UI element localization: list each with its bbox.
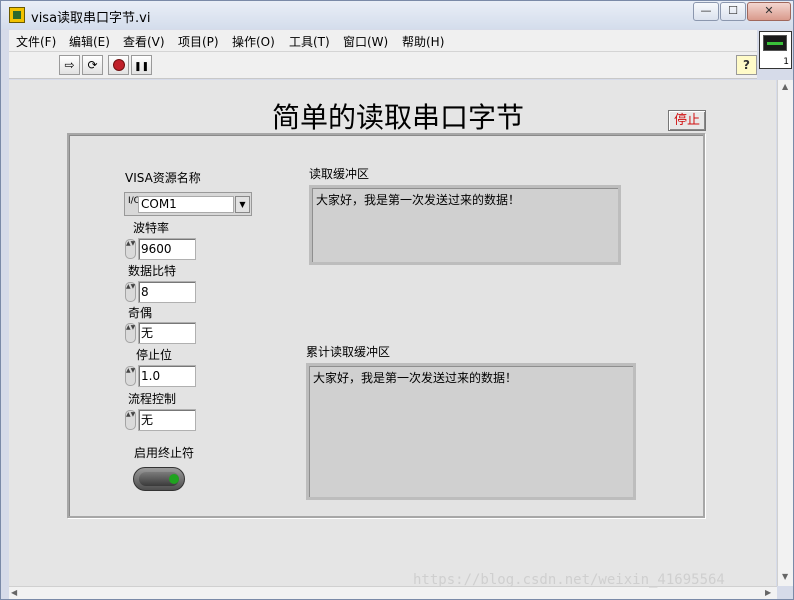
data-bits-field[interactable]: 8 — [138, 281, 196, 303]
labview-app-icon — [9, 7, 25, 23]
toolbar: ⇨ ⟳ ❚❚ ? — [9, 52, 757, 79]
context-help-button[interactable]: ? — [736, 55, 757, 75]
spinner-icon[interactable]: ▲▼ — [125, 410, 136, 430]
abort-button[interactable] — [108, 55, 129, 75]
run-arrow-icon: ⇨ — [64, 58, 75, 72]
vi-icon-number: 1 — [783, 57, 789, 67]
dropdown-arrow-icon[interactable]: ▼ — [235, 196, 250, 213]
flow-control-field[interactable]: 无 — [138, 409, 196, 431]
run-continuously-button[interactable]: ⟳ — [82, 55, 103, 75]
minimize-button[interactable]: — — [693, 2, 719, 21]
menu-operate[interactable]: 操作(O) — [232, 33, 275, 50]
maximize-button[interactable]: ☐ — [720, 2, 746, 21]
pause-button[interactable]: ❚❚ — [131, 55, 152, 75]
close-button[interactable]: ✕ — [747, 2, 791, 21]
run-continuously-icon: ⟳ — [87, 58, 98, 72]
visa-resource-control[interactable]: I/O COM1 ▼ — [124, 192, 252, 216]
menu-bar: 文件(F) 编辑(E) 查看(V) 项目(P) 操作(O) 工具(T) 窗口(W… — [9, 30, 757, 52]
scroll-left-icon[interactable]: ◀ — [11, 588, 17, 597]
enable-termination-label: 启用终止符 — [134, 446, 195, 460]
menu-tools[interactable]: 工具(T) — [289, 33, 330, 50]
read-buffer-indicator: 大家好，我是第一次发送过来的数据！ — [309, 185, 621, 265]
menu-help[interactable]: 帮助(H) — [402, 33, 444, 50]
labview-window: visa读取串口字节.vi — ☐ ✕ 文件(F) 编辑(E) 查看(V) 项目… — [0, 0, 794, 600]
accumulated-buffer-label: 累计读取缓冲区 — [306, 345, 391, 359]
abort-icon — [112, 58, 125, 71]
parity-control[interactable]: ▲▼ 无 — [124, 321, 196, 345]
visa-resource-field[interactable]: COM1 — [138, 196, 234, 213]
baud-rate-label: 波特率 — [133, 221, 170, 235]
flow-control-label: 流程控制 — [128, 392, 177, 406]
stop-bits-label: 停止位 — [136, 348, 173, 362]
parity-label: 奇偶 — [128, 306, 153, 320]
stop-button[interactable]: 停止 — [668, 110, 706, 131]
stop-bits-field[interactable]: 1.0 — [138, 365, 196, 387]
data-bits-label: 数据比特 — [128, 264, 177, 278]
read-buffer-label: 读取缓冲区 — [309, 167, 370, 181]
visa-resource-label: VISA资源名称 — [125, 171, 201, 185]
menu-project[interactable]: 项目(P) — [178, 33, 219, 50]
spinner-icon[interactable]: ▲▼ — [125, 282, 136, 302]
scroll-down-icon[interactable]: ▼ — [782, 572, 788, 581]
vertical-scrollbar[interactable]: ▲ ▼ — [777, 80, 793, 586]
spinner-icon[interactable]: ▲▼ — [125, 239, 136, 259]
vi-icon[interactable]: 1 — [759, 31, 792, 69]
menu-window[interactable]: 窗口(W) — [343, 33, 388, 50]
menu-view[interactable]: 查看(V) — [123, 33, 165, 50]
pause-icon: ❚❚ — [133, 62, 150, 72]
panel-title: 简单的读取串口字节 — [272, 101, 525, 134]
parity-field[interactable]: 无 — [138, 322, 196, 344]
scroll-up-icon[interactable]: ▲ — [782, 82, 788, 91]
enable-termination-toggle[interactable] — [133, 467, 185, 491]
stop-bits-control[interactable]: ▲▼ 1.0 — [124, 364, 196, 388]
run-button[interactable]: ⇨ — [59, 55, 80, 75]
spinner-icon[interactable]: ▲▼ — [125, 323, 136, 343]
title-bar: visa读取串口字节.vi — ☐ ✕ — [1, 1, 793, 29]
led-on-icon — [169, 474, 179, 484]
accumulated-buffer-indicator: 大家好，我是第一次发送过来的数据！ — [306, 363, 636, 500]
flow-control-control[interactable]: ▲▼ 无 — [124, 408, 196, 432]
watermark: https://blog.csdn.net/weixin_41695564 — [413, 572, 725, 588]
menu-edit[interactable]: 编辑(E) — [69, 33, 110, 50]
baud-rate-field[interactable]: 9600 — [138, 238, 196, 260]
spinner-icon[interactable]: ▲▼ — [125, 366, 136, 386]
data-bits-control[interactable]: ▲▼ 8 — [124, 280, 196, 304]
window-title: visa读取串口字节.vi — [31, 11, 151, 26]
vi-monitor-icon — [763, 35, 787, 51]
menu-file[interactable]: 文件(F) — [16, 33, 56, 50]
toggle-knob — [139, 472, 179, 486]
scroll-right-icon[interactable]: ▶ — [765, 588, 771, 597]
baud-rate-control[interactable]: ▲▼ 9600 — [124, 237, 196, 261]
help-icon: ? — [743, 58, 750, 72]
